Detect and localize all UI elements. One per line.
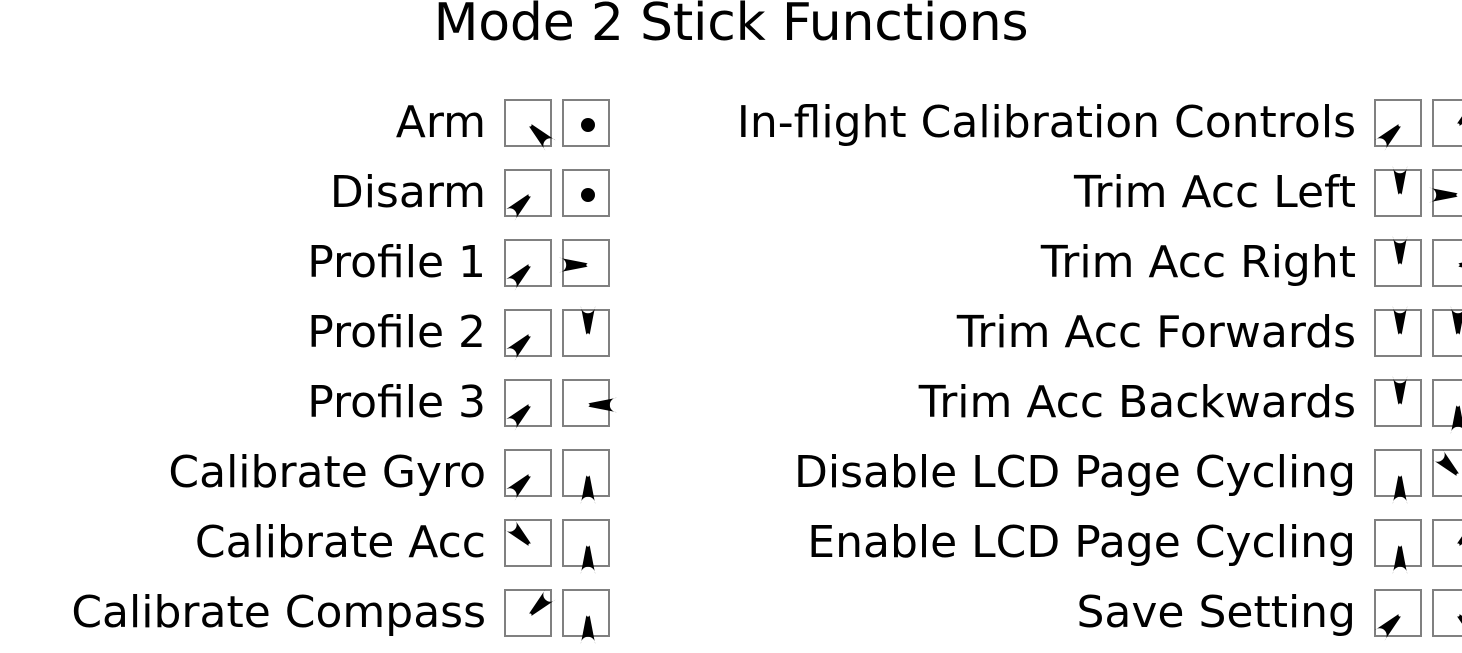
stick-pair [504,519,610,574]
left-stick-box [1374,99,1422,151]
function-row: Arm [0,88,610,158]
stick-pair [1374,99,1462,151]
function-row: Disarm [0,158,610,228]
function-row: Profile 2 [0,298,610,368]
function-row: Trim Acc Left [620,158,1462,228]
function-row: Trim Acc Right [620,228,1462,298]
right-stick-box [562,379,617,427]
left-stick-box [1374,519,1422,574]
stick-pair [1374,306,1462,357]
left-stick-box [504,449,552,501]
function-label: Trim Acc Left [1073,167,1356,218]
left-stick-box [504,99,556,151]
right-function-column: In-flight Calibration Controls Trim Acc L… [620,88,1462,648]
stick-pair [504,306,610,361]
stick-pair [504,379,617,431]
right-stick-box [562,589,610,644]
right-stick-box [1432,589,1462,637]
stick-pair [1374,519,1462,574]
function-label: Calibrate Compass [71,587,486,638]
left-stick-box [504,589,556,637]
function-row: In-flight Calibration Controls [620,88,1462,158]
function-row: Profile 1 [0,228,610,298]
left-stick-box [1374,449,1422,504]
right-stick-box [562,169,610,217]
function-label: Profile 3 [307,377,486,428]
right-stick-box [1432,99,1462,147]
stick-pair [1374,166,1462,217]
function-row: Calibrate Compass [0,578,610,648]
function-label: Profile 1 [307,237,486,288]
function-row: Save Setting [620,578,1462,648]
left-stick-box [504,169,552,221]
left-stick-box [504,239,552,291]
function-row: Disable LCD Page Cycling [620,438,1462,508]
right-stick-box [559,239,610,287]
page-title: Mode 2 Stick Functions [433,0,1029,53]
left-stick-box [1374,236,1422,287]
left-stick-box [504,379,552,431]
left-function-column: Arm Disarm Profile 1 Profile 2 Profile 3 Cali… [0,88,617,648]
function-label: Calibrate Acc [194,517,486,568]
left-stick-box [1374,166,1422,217]
function-row: Enable LCD Page Cycling [620,508,1462,578]
right-stick-box [1432,519,1462,567]
function-label: Profile 2 [307,307,486,358]
right-stick-box [1432,379,1462,434]
function-label: Calibrate Gyro [168,447,486,498]
function-label: Disarm [329,167,486,218]
function-row: Calibrate Acc [0,508,610,578]
stick-pair [1374,449,1462,504]
left-stick-box [1374,589,1422,641]
function-label: Save Setting [1076,587,1356,638]
left-stick-box [1374,306,1422,357]
function-label: Trim Acc Right [1040,237,1356,288]
stick-pair [504,239,610,291]
left-stick-box [1374,376,1422,427]
stick-pair [504,169,610,221]
stick-pair [504,449,610,504]
stick-pair [1374,376,1462,434]
stick-pair [504,99,610,151]
right-stick-box [562,519,610,574]
right-stick-box [1432,239,1462,287]
stick-functions-diagram: Mode 2 Stick Functions Arm Disarm Profile … [0,0,1462,644]
right-stick-box [1432,449,1462,497]
function-label: In-flight Calibration Controls [736,97,1356,148]
right-stick-box [562,306,610,357]
left-stick-box [504,519,552,567]
stick-pair [1374,236,1462,287]
function-row: Trim Acc Backwards [620,368,1462,438]
function-label: Arm [395,97,486,148]
right-stick-box [1432,306,1462,357]
function-label: Disable LCD Page Cycling [793,447,1356,498]
right-stick-box [562,449,610,504]
stick-pair [1374,589,1462,641]
function-row: Calibrate Gyro [0,438,610,508]
stick-pair [504,589,610,644]
left-stick-box [504,309,552,361]
function-row: Trim Acc Forwards [620,298,1462,368]
function-row: Profile 3 [0,368,617,438]
function-label: Trim Acc Backwards [918,377,1356,428]
function-label: Trim Acc Forwards [956,307,1356,358]
right-stick-box [1429,169,1462,217]
right-stick-box [562,99,610,147]
function-label: Enable LCD Page Cycling [807,517,1356,568]
